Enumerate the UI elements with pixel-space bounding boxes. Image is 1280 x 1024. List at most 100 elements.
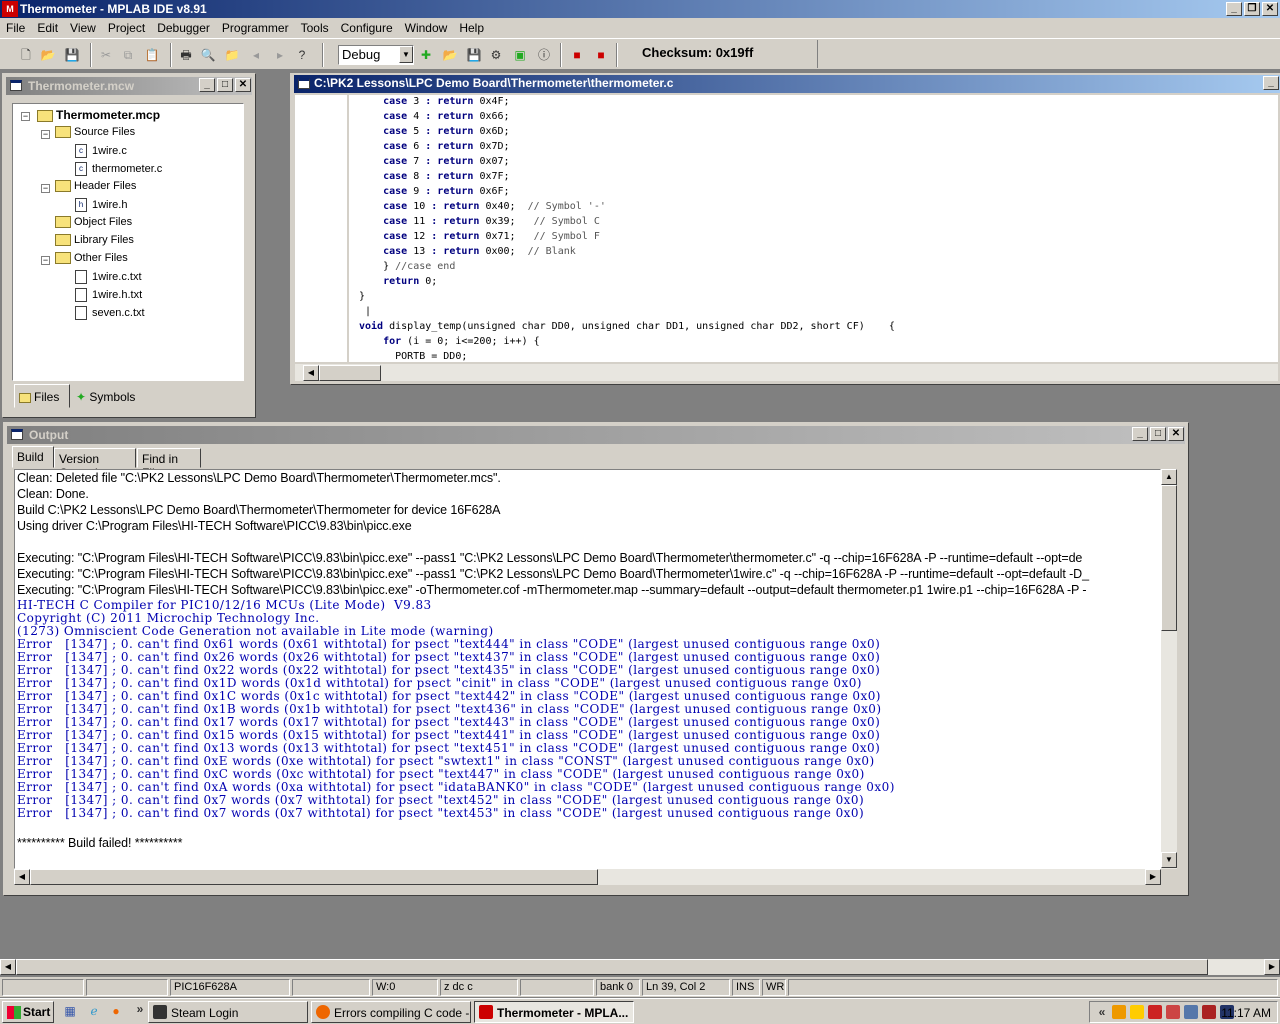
- save-icon[interactable]: 💾: [64, 47, 80, 63]
- tree-folder-other[interactable]: Other Files: [55, 252, 128, 268]
- paste-icon[interactable]: 📋: [144, 47, 160, 63]
- scroll-thumb[interactable]: [319, 365, 381, 381]
- clock[interactable]: 11:17 AM: [1221, 1006, 1271, 1020]
- tree-folder-source[interactable]: Source Files: [55, 126, 135, 142]
- show-desktop-icon[interactable]: ▦: [62, 1003, 78, 1019]
- scroll-left-icon[interactable]: ◀: [14, 869, 30, 885]
- open-folder-icon[interactable]: 📂: [40, 47, 56, 63]
- collapse-icon[interactable]: −: [41, 256, 50, 265]
- collapse-icon[interactable]: −: [21, 112, 30, 121]
- close-button[interactable]: ✕: [235, 78, 251, 92]
- print-icon[interactable]: 🖶: [178, 47, 194, 63]
- security-shield-icon[interactable]: [1130, 1005, 1144, 1019]
- workspace-title-bar[interactable]: Thermometer.mcw _ □ ✕: [6, 77, 252, 95]
- open-project-icon[interactable]: 📂: [442, 47, 458, 63]
- antivirus-icon[interactable]: [1202, 1005, 1216, 1019]
- tree-folder-library[interactable]: Library Files: [55, 234, 134, 250]
- scroll-thumb[interactable]: [16, 959, 1208, 975]
- tree-folder-header[interactable]: Header Files: [55, 180, 136, 196]
- bookmark-next-icon[interactable]: ▸: [272, 47, 288, 63]
- close-button[interactable]: ✕: [1262, 2, 1278, 16]
- scroll-up-icon[interactable]: ▲: [1161, 469, 1177, 485]
- maximize-button[interactable]: □: [1150, 427, 1166, 441]
- menu-window[interactable]: Window: [399, 18, 454, 38]
- mdi-horizontal-scrollbar[interactable]: ◀ ▶: [0, 959, 1280, 975]
- editor-title-bar[interactable]: C:\PK2 Lessons\LPC Demo Board\Thermomete…: [294, 75, 1280, 93]
- tree-file-1wire-h-txt[interactable]: 1wire.h.txt: [75, 288, 142, 304]
- menu-help[interactable]: Help: [453, 18, 490, 38]
- editor-horizontal-scrollbar[interactable]: ◀: [295, 363, 1278, 381]
- menu-tools[interactable]: Tools: [295, 18, 335, 38]
- scroll-right-icon[interactable]: ▶: [1264, 959, 1280, 975]
- network-icon[interactable]: [1184, 1005, 1198, 1019]
- find-in-files-icon[interactable]: 📁: [224, 47, 240, 63]
- output-title-bar[interactable]: Output _ □ ✕: [7, 426, 1185, 444]
- tree-file-1wire-c-txt[interactable]: 1wire.c.txt: [75, 270, 142, 286]
- find-icon[interactable]: 🔍: [200, 47, 216, 63]
- tree-file-1wire-h[interactable]: h 1wire.h: [75, 198, 127, 214]
- task-mplab[interactable]: Thermometer - MPLA...: [474, 1001, 634, 1023]
- tray-expand-icon[interactable]: «: [1094, 1004, 1110, 1020]
- info-icon[interactable]: ⓘ: [536, 47, 552, 63]
- new-project-icon[interactable]: ✚: [418, 47, 434, 63]
- scroll-thumb[interactable]: [30, 869, 598, 885]
- program-device-icon[interactable]: ■: [569, 47, 585, 63]
- task-browser[interactable]: Errors compiling C code -...: [311, 1001, 471, 1023]
- scroll-down-icon[interactable]: ▼: [1161, 852, 1177, 868]
- code-editor[interactable]: case 3 : return 0x4F; case 4 : return 0x…: [349, 95, 1278, 362]
- tab-build[interactable]: Build: [12, 446, 54, 468]
- firefox-icon[interactable]: ●: [108, 1003, 124, 1019]
- read-device-icon[interactable]: ■: [593, 47, 609, 63]
- tree-file-seven-c-txt[interactable]: seven.c.txt: [75, 306, 145, 322]
- output-horizontal-scrollbar[interactable]: ◀ ▶: [14, 869, 1161, 885]
- menu-view[interactable]: View: [64, 18, 102, 38]
- tree-project-node[interactable]: Thermometer.mcp: [37, 108, 160, 124]
- maximize-button[interactable]: □: [217, 78, 233, 92]
- tab-find-in-files[interactable]: Find in Files: [137, 448, 201, 480]
- make-icon[interactable]: ▣: [512, 47, 528, 63]
- tray-app-icon[interactable]: [1112, 1005, 1126, 1019]
- build-icon[interactable]: ⚙: [488, 47, 504, 63]
- quicklaunch-more-icon[interactable]: »: [132, 1001, 148, 1017]
- menu-edit[interactable]: Edit: [31, 18, 64, 38]
- menu-project[interactable]: Project: [102, 18, 151, 38]
- restore-button[interactable]: ❐: [1244, 2, 1260, 16]
- cut-icon[interactable]: ✂: [98, 47, 114, 63]
- tree-file-1wire-c[interactable]: c 1wire.c: [75, 144, 127, 160]
- acrobat-icon[interactable]: [1148, 1005, 1162, 1019]
- copy-icon[interactable]: ⧉: [120, 47, 136, 63]
- task-steam-login[interactable]: Steam Login: [148, 1001, 308, 1023]
- scroll-left-icon[interactable]: ◀: [0, 959, 16, 975]
- new-file-icon[interactable]: 🗋: [18, 47, 34, 63]
- save-workspace-icon[interactable]: 💾: [466, 47, 482, 63]
- menu-file[interactable]: File: [0, 18, 31, 38]
- tab-symbols[interactable]: ✦ Symbols: [72, 385, 140, 409]
- menu-configure[interactable]: Configure: [335, 18, 399, 38]
- close-button[interactable]: ✕: [1168, 427, 1184, 441]
- minimize-button[interactable]: _: [199, 78, 215, 92]
- build-configuration-select[interactable]: Debug ▼: [338, 45, 414, 65]
- menu-programmer[interactable]: Programmer: [216, 18, 295, 38]
- tab-files[interactable]: Files: [14, 384, 70, 408]
- build-output-log[interactable]: Clean: Deleted file "C:\PK2 Lessons\LPC …: [14, 469, 1161, 869]
- help-icon[interactable]: ?: [294, 47, 310, 63]
- collapse-icon[interactable]: −: [41, 184, 50, 193]
- scroll-right-icon[interactable]: ▶: [1145, 869, 1161, 885]
- collapse-icon[interactable]: −: [41, 130, 50, 139]
- tree-folder-object[interactable]: Object Files: [55, 216, 132, 232]
- minimize-button[interactable]: _: [1263, 76, 1279, 90]
- minimize-button[interactable]: _: [1132, 427, 1148, 441]
- menu-debugger[interactable]: Debugger: [151, 18, 216, 38]
- tab-version-control[interactable]: Version Control: [54, 448, 136, 480]
- chevron-down-icon[interactable]: ▼: [399, 46, 413, 63]
- scroll-left-icon[interactable]: ◀: [303, 365, 319, 381]
- internet-explorer-icon[interactable]: ℯ: [86, 1003, 102, 1019]
- tray-app-icon[interactable]: [1166, 1005, 1180, 1019]
- minimize-button[interactable]: _: [1226, 2, 1242, 16]
- tree-file-thermometer-c[interactable]: c thermometer.c: [75, 162, 162, 178]
- mplab-app-icon[interactable]: M: [2, 1, 18, 17]
- scroll-thumb[interactable]: [1161, 485, 1177, 631]
- start-button[interactable]: Start: [2, 1001, 54, 1023]
- title-bar[interactable]: M Thermometer - MPLAB IDE v8.91 _ ❐ ✕: [0, 0, 1280, 18]
- output-vertical-scrollbar[interactable]: ▲ ▼: [1161, 469, 1177, 869]
